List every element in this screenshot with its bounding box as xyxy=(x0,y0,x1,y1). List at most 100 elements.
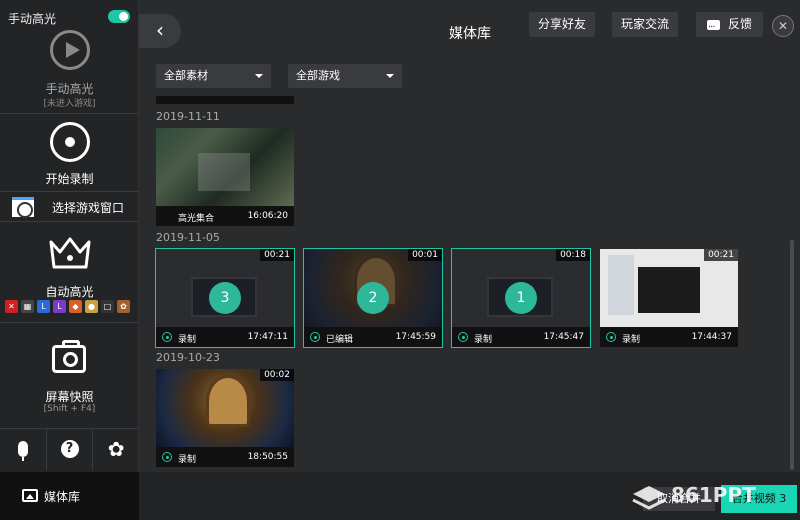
card-caption: 录制 18:50:55 xyxy=(156,447,294,467)
clip-name: 高光集合 xyxy=(178,214,215,224)
video-icon xyxy=(458,332,468,342)
chevron-down-icon xyxy=(255,74,263,78)
help-icon: ? xyxy=(60,440,79,458)
image-icon xyxy=(22,489,38,502)
duration-label: 00:02 xyxy=(260,369,294,381)
microphone-icon xyxy=(17,441,28,461)
card-caption: 录制 17:44:37 xyxy=(600,327,738,347)
help-button[interactable]: ? xyxy=(47,428,94,470)
game-filter-dropdown[interactable]: 全部游戏 xyxy=(288,64,402,88)
material-filter-value: 全部素材 xyxy=(164,69,208,82)
date-header: 2019-11-11 xyxy=(156,110,220,123)
video-icon xyxy=(162,452,172,462)
clip-time: 17:45:59 xyxy=(395,332,436,342)
manual-highlight-play-icon[interactable] xyxy=(50,30,90,70)
manual-highlight-section: 手动高光 手动高光 [未进入游戏] xyxy=(0,0,139,113)
camera-icon[interactable] xyxy=(52,340,86,373)
record-icon[interactable] xyxy=(50,122,90,162)
clip-name: 录制 xyxy=(178,335,197,345)
media-card[interactable]: 00:21 录制 17:44:37 xyxy=(600,249,738,347)
media-card[interactable]: 00:02 录制 18:50:55 xyxy=(156,369,294,467)
game-icon: L xyxy=(53,300,66,313)
media-grid: 2019-11-11 高光集合 16:06:20 2019-11-05 00:21 3 录制… xyxy=(139,96,794,470)
duration-label: 00:21 xyxy=(704,249,738,261)
sidebar: 手动高光 手动高光 [未进入游戏] 开始录制 选择游戏窗口 自动高光 ✕ ▦ L L ◆… xyxy=(0,0,139,520)
clip-time: 17:47:11 xyxy=(247,332,288,342)
crown-icon[interactable] xyxy=(48,236,92,270)
clip-time: 16:06:20 xyxy=(247,211,288,221)
media-card[interactable]: 00:18 1 录制 17:45:47 xyxy=(451,248,591,348)
game-window-icon xyxy=(12,197,34,218)
scrollbar[interactable] xyxy=(790,240,794,470)
back-button[interactable]: ‹ xyxy=(139,14,181,48)
screenshot-button[interactable]: 屏幕快照 xyxy=(0,388,139,405)
divider xyxy=(0,113,139,114)
media-card[interactable]: 高光集合 16:06:20 xyxy=(156,128,294,226)
clip-name: 录制 xyxy=(474,335,493,345)
divider xyxy=(0,322,139,323)
card-caption: 录制 17:47:11 xyxy=(156,327,294,347)
gear-icon: ✿ xyxy=(107,437,125,461)
merge-videos-button[interactable]: 合并视频 3 xyxy=(721,485,797,513)
close-icon: ✕ xyxy=(777,19,789,33)
card-caption: 录制 17:45:47 xyxy=(452,327,590,347)
feedback-button[interactable]: 反馈 xyxy=(696,12,763,40)
manual-highlight-toggle[interactable] xyxy=(108,10,130,23)
manual-highlight-status: [未进入游戏] xyxy=(43,99,96,109)
manual-highlight-label: 手动高光 xyxy=(45,82,94,96)
tool-row: ? ✿ xyxy=(0,428,139,470)
community-button[interactable]: 玩家交流 xyxy=(612,12,678,37)
chevron-down-icon xyxy=(386,74,394,78)
auto-highlight-label: 自动高光 xyxy=(45,285,94,299)
media-library-label: 媒体库 xyxy=(44,490,81,504)
video-thumbnail xyxy=(156,128,294,206)
manual-highlight-toggle-label: 手动高光 xyxy=(8,12,57,26)
duration-label: 00:01 xyxy=(408,249,442,261)
supported-games-list: ✕ ▦ L L ◆ ● □ ✿ xyxy=(5,300,130,313)
media-card[interactable]: 00:21 3 录制 17:47:11 xyxy=(155,248,295,348)
clip-name: 录制 xyxy=(178,455,197,465)
game-icon: ✕ xyxy=(5,300,18,313)
merge-order-badge: 1 xyxy=(505,282,537,314)
clip-name: 已编辑 xyxy=(326,335,354,345)
clip-name: 录制 xyxy=(622,335,641,345)
media-library-tab[interactable]: 媒体库 xyxy=(0,472,139,520)
partial-card xyxy=(156,96,294,104)
start-record-button[interactable]: 开始录制 xyxy=(0,170,139,187)
video-icon xyxy=(310,332,320,342)
game-filter-value: 全部游戏 xyxy=(296,69,340,82)
divider xyxy=(0,221,139,222)
duration-label: 00:18 xyxy=(556,249,590,261)
game-icon: ● xyxy=(85,300,98,313)
media-card[interactable]: 00:01 2 已编辑 17:45:59 xyxy=(303,248,443,348)
page-title: 媒体库 xyxy=(449,26,491,42)
chat-icon xyxy=(706,15,720,40)
main-panel: ‹ 媒体库 分享好友 玩家交流 反馈 ✕ 全部素材 全部游戏 2019-11-1… xyxy=(139,0,800,520)
clip-time: 18:50:55 xyxy=(247,452,288,462)
close-button[interactable]: ✕ xyxy=(772,15,794,37)
date-header: 2019-11-05 xyxy=(156,231,220,244)
select-game-window-button[interactable]: 选择游戏窗口 xyxy=(0,192,139,220)
settings-button[interactable]: ✿ xyxy=(93,428,139,470)
merge-order-badge: 3 xyxy=(209,282,241,314)
bottom-bar: 取消合并 合并视频 3 861PPT xyxy=(139,472,800,520)
chevron-left-icon: ‹ xyxy=(156,18,164,42)
merge-order-badge: 2 xyxy=(357,282,389,314)
select-game-window-label: 选择游戏窗口 xyxy=(52,201,125,215)
game-icon: ✿ xyxy=(117,300,130,313)
material-filter-dropdown[interactable]: 全部素材 xyxy=(156,64,271,88)
clip-time: 17:44:37 xyxy=(691,332,732,342)
duration-label: 00:21 xyxy=(260,249,294,261)
card-caption: 高光集合 16:06:20 xyxy=(156,206,294,226)
video-icon xyxy=(606,332,616,342)
card-caption: 已编辑 17:45:59 xyxy=(304,327,442,347)
game-icon: ▦ xyxy=(21,300,34,313)
game-icon: ◆ xyxy=(69,300,82,313)
date-header: 2019-10-23 xyxy=(156,351,220,364)
screenshot-shortcut: [Shift + F4] xyxy=(43,404,96,414)
cancel-merge-button[interactable]: 取消合并 xyxy=(643,487,715,511)
share-button[interactable]: 分享好友 xyxy=(529,12,595,37)
clip-time: 17:45:47 xyxy=(543,332,584,342)
microphone-button[interactable] xyxy=(0,428,47,470)
game-icon: L xyxy=(37,300,50,313)
